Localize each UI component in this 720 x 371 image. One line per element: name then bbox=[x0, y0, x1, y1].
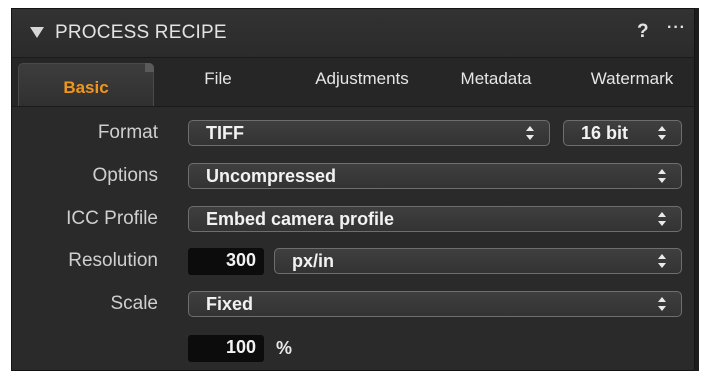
panel-title: PROCESS RECIPE bbox=[55, 22, 227, 43]
collapse-triangle-icon[interactable] bbox=[30, 27, 44, 38]
select-arrows-icon bbox=[658, 169, 666, 183]
select-arrows-icon bbox=[658, 254, 666, 268]
scale-value: Fixed bbox=[206, 294, 254, 314]
format-value: TIFF bbox=[206, 123, 244, 143]
scale-amount-value: 100 bbox=[225, 337, 256, 357]
bitdepth-value: 16 bit bbox=[581, 123, 629, 143]
scale-label: Scale bbox=[110, 293, 158, 314]
settings-area: Format TIFF 16 bit Options Uncompressed … bbox=[12, 107, 694, 370]
select-arrows-icon bbox=[526, 126, 534, 140]
format-label: Format bbox=[97, 122, 158, 143]
options-value: Uncompressed bbox=[206, 166, 337, 186]
panel-header[interactable]: PROCESS RECIPE ? ··· bbox=[12, 9, 694, 58]
tab-bar: Basic File Adjustments Metadata Watermar… bbox=[12, 58, 694, 107]
scale-percent-unit: % bbox=[276, 338, 293, 358]
process-recipe-panel: PROCESS RECIPE ? ··· Basic File Adjustme… bbox=[11, 8, 695, 371]
icc-profile-label: ICC Profile bbox=[66, 208, 158, 229]
panel-edge bbox=[695, 8, 699, 371]
tab-metadata[interactable]: Metadata bbox=[450, 69, 542, 89]
tab-watermark[interactable]: Watermark bbox=[578, 69, 686, 89]
tab-basic[interactable]: Basic bbox=[18, 63, 154, 106]
icc-profile-value: Embed camera profile bbox=[206, 209, 395, 229]
tab-adjustments[interactable]: Adjustments bbox=[297, 69, 427, 89]
tab-file[interactable]: File bbox=[188, 69, 248, 89]
resolution-input[interactable]: 300 bbox=[188, 248, 264, 275]
scale-amount-input[interactable]: 100 bbox=[188, 335, 264, 362]
help-button[interactable]: ? bbox=[637, 21, 649, 43]
icc-profile-select[interactable]: Embed camera profile bbox=[188, 206, 682, 232]
more-options-button[interactable]: ··· bbox=[667, 19, 686, 37]
select-arrows-icon bbox=[658, 297, 666, 311]
bitdepth-select[interactable]: 16 bit bbox=[563, 120, 682, 146]
resolution-unit-value: px/in bbox=[292, 251, 335, 271]
options-label: Options bbox=[92, 165, 158, 186]
scale-select[interactable]: Fixed bbox=[188, 291, 682, 317]
select-arrows-icon bbox=[658, 212, 666, 226]
format-select[interactable]: TIFF bbox=[188, 120, 550, 146]
select-arrows-icon bbox=[658, 126, 666, 140]
resolution-unit-select[interactable]: px/in bbox=[274, 248, 682, 274]
resolution-value: 300 bbox=[225, 250, 256, 270]
options-select[interactable]: Uncompressed bbox=[188, 163, 682, 189]
resolution-label: Resolution bbox=[68, 250, 158, 271]
